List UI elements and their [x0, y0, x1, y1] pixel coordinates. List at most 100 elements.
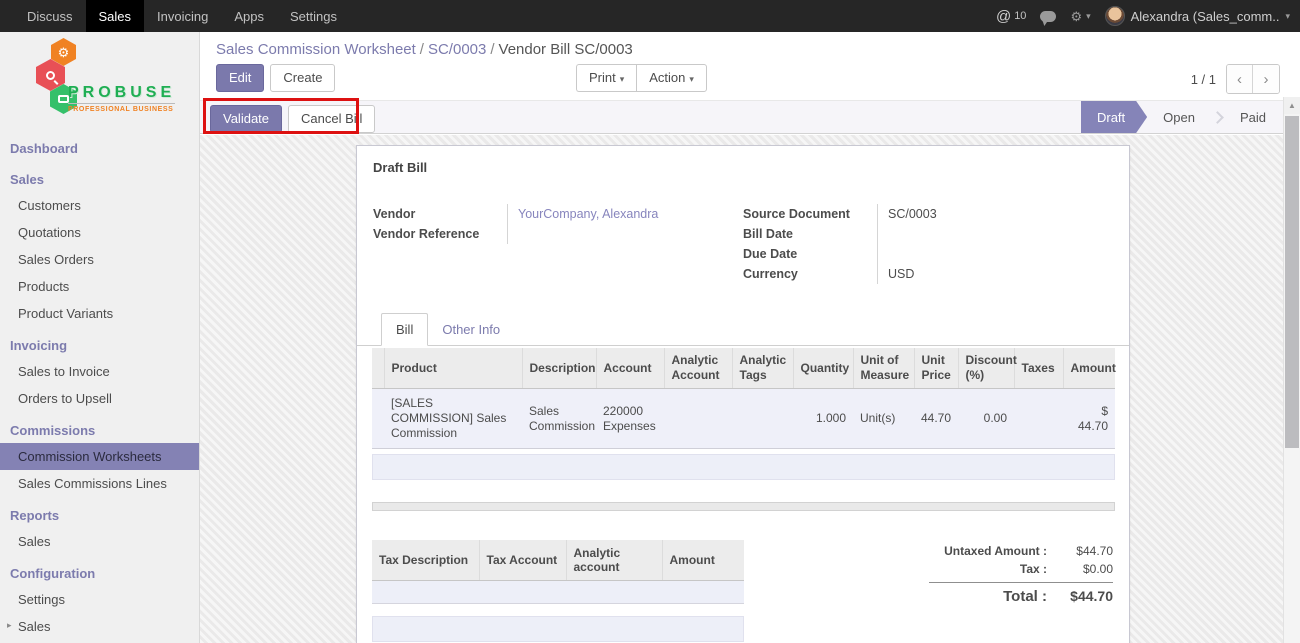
table-horizontal-scrollbar[interactable]	[372, 502, 1115, 511]
empty-line-row	[372, 454, 1115, 480]
pager-counter: 1 / 1	[1191, 72, 1216, 87]
currency-value: USD	[877, 264, 1115, 284]
sidebar-item-product-variants[interactable]: Product Variants	[0, 300, 199, 327]
tax-label: Tax :	[1020, 562, 1047, 576]
mentions-counter[interactable]: @ 10	[996, 8, 1026, 25]
action-dropdowns: Print▾ Action▾	[576, 64, 707, 92]
at-icon: @	[996, 8, 1011, 25]
cancel-bill-button[interactable]: Cancel Bill	[288, 105, 375, 133]
chevron-down-icon: ▾	[1086, 11, 1091, 22]
cell-uom: Unit(s)	[853, 389, 914, 449]
cell-amount: $ 44.70	[1063, 389, 1115, 449]
chevron-down-icon: ▾	[1285, 11, 1290, 22]
sidebar-item-reports-sales[interactable]: Sales	[0, 528, 199, 555]
breadcrumb: Sales Commission Worksheet/SC/0003/Vendo…	[216, 41, 633, 58]
edit-button[interactable]: Edit	[216, 64, 264, 92]
col-unit-of-measure: Unit of Measure	[853, 348, 914, 389]
tab-other-info[interactable]: Other Info	[428, 314, 514, 345]
chevron-down-icon: ▾	[689, 74, 694, 84]
sidebar-item-sales-to-invoice[interactable]: Sales to Invoice	[0, 358, 199, 385]
col-analytic-account: Analytic Account	[664, 348, 732, 389]
user-avatar	[1105, 6, 1125, 26]
col-analytic-tags: Analytic Tags	[732, 348, 793, 389]
breadcrumb-worksheets-link[interactable]: Sales Commission Worksheet	[216, 41, 416, 58]
probuse-logo: ⚙ PROBUSE PROFESSIONAL BUSINESS	[0, 32, 199, 130]
breadcrumb-sc0003-link[interactable]: SC/0003	[428, 41, 486, 58]
vendor-label: Vendor	[373, 204, 507, 224]
menu-sales[interactable]: Sales	[86, 0, 145, 32]
sidebar-item-sales-orders[interactable]: Sales Orders	[0, 246, 199, 273]
menu-apps[interactable]: Apps	[221, 0, 277, 32]
sidebar-section-configuration[interactable]: Configuration	[0, 561, 199, 586]
app-menus: Discuss Sales Invoicing Apps Settings	[0, 0, 350, 32]
user-name: Alexandra (Sales_comm..	[1131, 9, 1280, 24]
tax-empty-row	[372, 581, 744, 604]
lines-header-row: Product Description Account Analytic Acc…	[372, 348, 1115, 389]
invoice-line-row[interactable]: [SALES COMMISSION] Sales Commission Sale…	[372, 389, 1115, 449]
status-step-paid[interactable]: Paid	[1224, 101, 1282, 133]
vendor-value-link[interactable]: YourCompany, Alexandra	[507, 204, 713, 224]
user-menu[interactable]: Alexandra (Sales_comm.. ▾	[1105, 6, 1290, 26]
col-taxes: Taxes	[1014, 348, 1063, 389]
due-date-label: Due Date	[743, 244, 877, 264]
form-statusbar: Validate Cancel Bill Draft Open Paid	[200, 100, 1300, 134]
pager-previous-button[interactable]: ‹	[1227, 65, 1253, 93]
totals-separator	[929, 582, 1113, 583]
sidebar-item-config-sales[interactable]: ▸Sales	[0, 613, 199, 640]
col-account: Account	[596, 348, 664, 389]
status-step-draft[interactable]: Draft	[1081, 101, 1147, 133]
sidebar-item-commission-worksheets[interactable]: Commission Worksheets	[0, 443, 199, 470]
bill-date-value	[877, 224, 1115, 244]
source-document-label: Source Document	[743, 204, 877, 224]
caret-right-icon: ▸	[7, 620, 12, 631]
debug-menu[interactable]: ⚙ ▾	[1070, 10, 1090, 23]
pager-next-button[interactable]: ›	[1253, 65, 1279, 93]
col-tax-description: Tax Description	[372, 540, 479, 581]
action-dropdown-button[interactable]: Action▾	[636, 64, 707, 92]
breadcrumb-current: Vendor Bill SC/0003	[499, 41, 633, 58]
status-step-open[interactable]: Open	[1147, 101, 1211, 133]
sidebar-item-products[interactable]: Products	[0, 273, 199, 300]
invoice-lines-table: Product Description Account Analytic Acc…	[372, 348, 1115, 449]
vendor-reference-label: Vendor Reference	[373, 224, 507, 244]
sidebar-section-reports[interactable]: Reports	[0, 503, 199, 528]
col-quantity: Quantity	[793, 348, 853, 389]
sidebar-item-orders-to-upsell[interactable]: Orders to Upsell	[0, 385, 199, 412]
cell-discount: 0.00	[958, 389, 1014, 449]
empty-tax-row	[372, 616, 744, 642]
vendor-reference-value	[507, 224, 713, 244]
chevron-down-icon: ▾	[620, 74, 625, 84]
menu-invoicing[interactable]: Invoicing	[144, 0, 221, 32]
cell-taxes	[1014, 389, 1063, 449]
sidebar-section-invoicing[interactable]: Invoicing	[0, 333, 199, 358]
sidebar-item-dashboard[interactable]: Dashboard	[0, 136, 199, 161]
menu-settings[interactable]: Settings	[277, 0, 350, 32]
menu-discuss[interactable]: Discuss	[14, 0, 86, 32]
main-area: Sales Commission Worksheet/SC/0003/Vendo…	[200, 32, 1300, 643]
sidebar-item-customers[interactable]: Customers	[0, 192, 199, 219]
sidebar-item-quotations[interactable]: Quotations	[0, 219, 199, 246]
cell-analytic-account	[664, 389, 732, 449]
sidebar-item-sales-commissions-lines[interactable]: Sales Commissions Lines	[0, 470, 199, 497]
status-steps: Draft Open Paid	[1081, 101, 1282, 133]
create-button[interactable]: Create	[270, 64, 335, 92]
sidebar-item-settings[interactable]: Settings	[0, 586, 199, 613]
validate-button[interactable]: Validate	[210, 105, 282, 133]
untaxed-amount-value: $44.70	[1047, 544, 1113, 558]
vertical-scrollbar[interactable]: ▲	[1283, 97, 1300, 643]
scrollbar-up-arrow[interactable]: ▲	[1284, 97, 1300, 114]
field-group-right: Source Document SC/0003 Bill Date Due Da…	[743, 204, 1115, 284]
sidebar-section-commissions[interactable]: Commissions	[0, 418, 199, 443]
cell-unit-price: 44.70	[914, 389, 958, 449]
chat-bubble-icon[interactable]	[1040, 11, 1056, 22]
cell-analytic-tags	[732, 389, 793, 449]
sidebar-section-sales[interactable]: Sales	[0, 167, 199, 192]
due-date-value	[877, 244, 1115, 264]
cell-account: 220000 Expenses	[596, 389, 664, 449]
currency-label: Currency	[743, 264, 877, 284]
tab-bill[interactable]: Bill	[381, 313, 428, 346]
scrollbar-thumb[interactable]	[1285, 116, 1299, 448]
print-dropdown-button[interactable]: Print▾	[576, 64, 636, 92]
control-panel: Sales Commission Worksheet/SC/0003/Vendo…	[200, 32, 1300, 100]
sidebar: ⚙ PROBUSE PROFESSIONAL BUSINESS Dashboar…	[0, 32, 200, 643]
